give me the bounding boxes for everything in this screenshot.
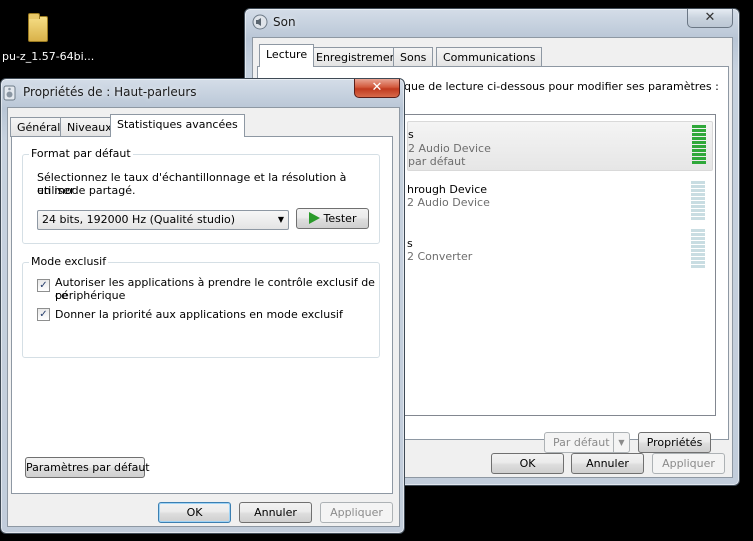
tab-sons[interactable]: Sons <box>393 47 434 67</box>
test-button-label: Tester <box>323 212 357 225</box>
properties-button[interactable]: Propriétés <box>638 432 711 453</box>
son-cancel-button[interactable]: Annuler <box>571 453 644 474</box>
priority-exclusive-label: Donner la priorité aux applications en m… <box>55 308 343 321</box>
tab-general[interactable]: Général <box>10 117 68 137</box>
volume-meter <box>691 229 705 269</box>
volume-meter <box>691 181 705 221</box>
properties-tab-panel: Format par défaut Sélectionnez le taux d… <box>11 136 393 494</box>
desktop-icon-cpuz[interactable]: pu-z_1.57-64bi... <box>0 12 95 72</box>
son-ok-button[interactable]: OK <box>491 453 564 474</box>
speaker-icon <box>3 85 16 101</box>
device-desc: 2 Converter <box>407 250 473 263</box>
device-item-converter[interactable]: s 2 Converter <box>407 229 713 279</box>
son-title: Son <box>273 15 296 29</box>
format-select-value: 24 bits, 192000 Hz (Qualité studio) <box>42 213 236 226</box>
restore-defaults-button[interactable]: Paramètres par défaut <box>25 457 150 478</box>
device-list[interactable]: s 2 Audio Device par défaut hrough Devic… <box>404 114 716 416</box>
properties-client: Général Niveaux Statistiques avancées Fo… <box>7 107 400 527</box>
device-status: par défaut <box>408 155 466 168</box>
device-item-speakers[interactable]: s 2 Audio Device par défaut <box>407 121 713 171</box>
device-desc: 2 Audio Device <box>408 142 491 155</box>
son-instruction: que de lecture ci-dessous pour modifier … <box>404 80 719 93</box>
properties-close-button[interactable]: ✕ <box>354 79 400 98</box>
device-name: s <box>407 237 413 250</box>
chevron-down-icon[interactable]: ▼ <box>613 433 629 452</box>
format-select[interactable]: 24 bits, 192000 Hz (Qualité studio) ▼ <box>37 210 289 230</box>
format-group: Format par défaut Sélectionnez le taux d… <box>22 147 380 244</box>
play-icon <box>308 212 320 224</box>
device-name: s <box>408 128 414 141</box>
properties-title: Propriétés de : Haut-parleurs <box>23 85 197 99</box>
tab-lecture[interactable]: Lecture <box>259 44 315 67</box>
device-name: hrough Device <box>407 183 488 196</box>
format-description-2: en mode partagé. <box>37 184 136 197</box>
exclusive-group: Mode exclusif ✓ Autoriser les applicatio… <box>22 255 380 358</box>
properties-apply-button[interactable]: Appliquer <box>320 502 393 523</box>
desktop-icon-label: pu-z_1.57-64bi... <box>2 50 95 63</box>
device-desc: 2 Audio Device <box>407 196 490 209</box>
folder-icon <box>28 13 48 42</box>
exclusive-group-title: Mode exclusif <box>29 255 109 268</box>
device-item-passthrough[interactable]: hrough Device 2 Audio Device <box>407 175 713 225</box>
speaker-icon <box>252 14 268 30</box>
priority-exclusive-checkbox[interactable]: ✓ <box>37 308 50 321</box>
tab-statistiques-avancees[interactable]: Statistiques avancées <box>110 114 245 137</box>
properties-ok-button[interactable]: OK <box>158 502 231 523</box>
format-group-title: Format par défaut <box>29 147 133 160</box>
son-apply-button[interactable]: Appliquer <box>652 453 725 474</box>
volume-meter <box>692 125 706 165</box>
set-default-label: Par défaut <box>553 436 610 449</box>
allow-exclusive-label-2: périphérique <box>55 289 126 302</box>
allow-exclusive-checkbox[interactable]: ✓ <box>37 279 50 292</box>
tab-communications[interactable]: Communications <box>436 47 543 67</box>
son-close-button[interactable]: ✕ <box>687 9 733 28</box>
set-default-button[interactable]: Par défaut ▼ <box>544 432 630 453</box>
properties-window: Propriétés de : Haut-parleurs ✕ Général … <box>0 78 405 534</box>
chevron-down-icon: ▼ <box>277 215 284 224</box>
test-button[interactable]: Tester <box>296 208 369 229</box>
properties-cancel-button[interactable]: Annuler <box>239 502 312 523</box>
